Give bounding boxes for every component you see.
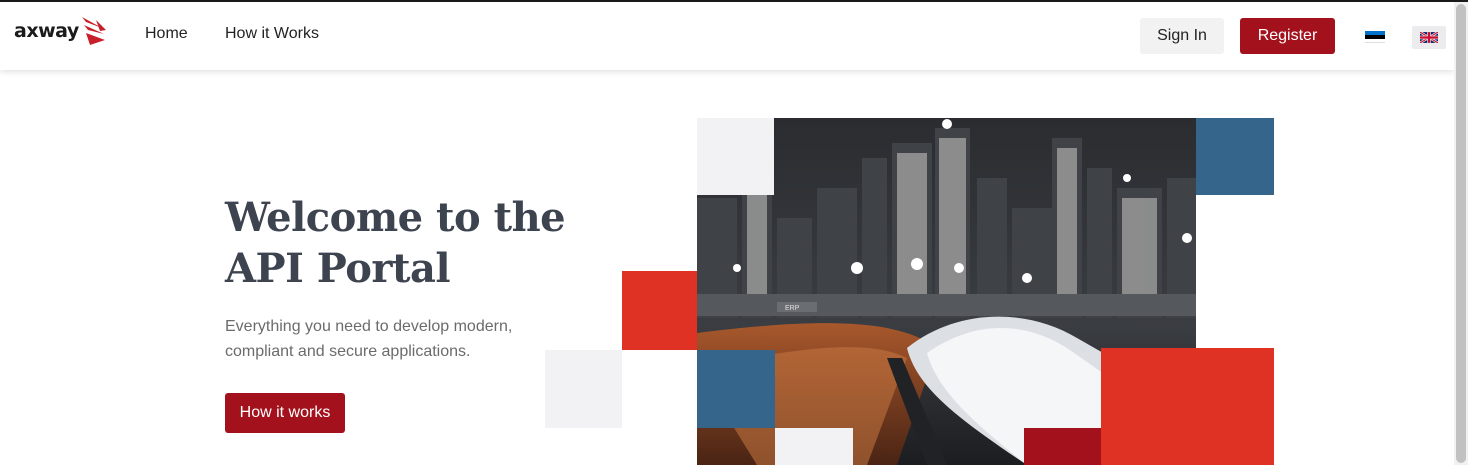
nav-home-link[interactable]: Home [145, 25, 188, 43]
nav-how-it-works-link[interactable]: How it Works [225, 25, 319, 43]
decor-tile-darkred-bottom [1024, 428, 1101, 465]
hero-title-line2: API Portal [225, 245, 451, 292]
logo-chevron-icon [82, 17, 106, 45]
decor-tile-red-bottom-right [1101, 348, 1274, 465]
site-header: axway Home How it Works Sign In Register [0, 2, 1454, 70]
axway-logo[interactable]: axway [14, 14, 109, 48]
hero-subtitle-line1: Everything you need to develop modern, [225, 318, 513, 335]
estonia-flag-stripe-white [1365, 39, 1385, 43]
page-scrollbar[interactable] [1454, 2, 1468, 465]
hero-title: Welcome to the API Portal [225, 192, 585, 294]
decor-tile-white-right [1196, 195, 1274, 348]
english-language-button[interactable] [1412, 26, 1446, 49]
hero-title-line1: Welcome to the [225, 194, 566, 241]
decor-tile-blue-top-right [1196, 118, 1274, 195]
uk-flag-icon [1420, 32, 1438, 43]
logo-wordmark: axway [14, 20, 79, 42]
how-it-works-button[interactable]: How it works [225, 393, 345, 433]
decor-tile-gray-left [545, 350, 622, 428]
scrollbar-thumb[interactable] [1456, 4, 1466, 463]
decor-tile-gray-bottom [775, 428, 853, 465]
register-button[interactable]: Register [1240, 18, 1335, 54]
highway-sign-text: ERP [785, 305, 800, 312]
hero-subtitle-line2: compliant and secure applications. [225, 343, 471, 360]
estonian-language-button[interactable] [1362, 29, 1388, 45]
sign-in-button[interactable]: Sign In [1140, 18, 1224, 54]
hero-subtitle: Everything you need to develop modern, c… [225, 314, 555, 364]
decor-tile-blue-bottom-left [697, 350, 775, 428]
decor-tile-gray-top [697, 118, 774, 195]
decor-tile-red-left [622, 271, 698, 350]
